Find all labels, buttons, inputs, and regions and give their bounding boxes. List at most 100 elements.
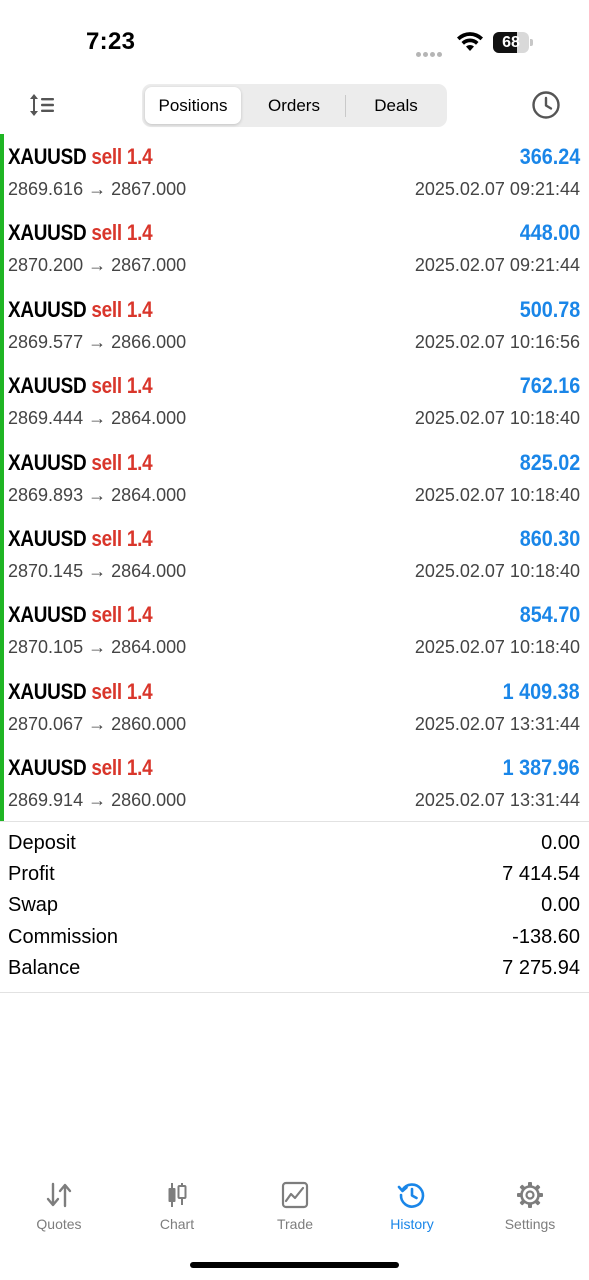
position-prices: 2870.105 → 2864.000 (8, 637, 187, 658)
summary-label: Balance (8, 956, 81, 979)
position-time: 2025.02.07 09:21:44 (414, 179, 580, 199)
history-summary: Deposit 0.00 Profit 7 414.54 Swap 0.00 C… (0, 821, 589, 993)
history-segmented-control: Positions Orders Deals (142, 84, 447, 127)
position-time: 2025.02.07 10:18:40 (414, 560, 580, 581)
summary-value: 0.00 (541, 832, 580, 854)
battery-icon: 68 (493, 32, 533, 53)
summary-value: -138.60 (512, 925, 580, 948)
position-prices: 2870.200 → 2867.000 (8, 255, 187, 276)
position-profit: 448.00 (519, 220, 580, 246)
tab-label: Quotes (36, 1216, 82, 1232)
segment-deals[interactable]: Deals (347, 87, 445, 124)
candlestick-icon (168, 1183, 187, 1207)
position-prices: 2870.067 → 2860.000 (8, 713, 187, 734)
position-symbol: XAUUSD (8, 220, 87, 246)
position-symbol-side: XAUUSD sell 1.4 (8, 525, 153, 552)
position-time: 2025.02.07 09:21:44 (414, 255, 580, 276)
position-side: sell 1.4 (91, 296, 153, 322)
position-side: sell 1.4 (91, 449, 153, 475)
summary-value: 0.00 (541, 894, 580, 917)
position-side: sell 1.4 (91, 678, 153, 704)
segment-positions[interactable]: Positions (145, 87, 241, 124)
sort-icon[interactable] (28, 91, 56, 119)
position-time: 2025.02.07 10:16:56 (414, 331, 580, 352)
clock-icon[interactable] (531, 90, 561, 120)
position-profit: 860.30 (519, 525, 580, 551)
position-time: 2025.02.07 10:18:40 (414, 484, 580, 505)
summary-label: Deposit (8, 832, 76, 854)
position-symbol: XAUUSD (8, 449, 87, 475)
home-indicator[interactable] (190, 1262, 399, 1268)
position-row[interactable]: XAUUSD sell 1.4 860.30 2870.145 → 2864.0… (0, 516, 589, 592)
history-toolbar: Positions Orders Deals (0, 80, 589, 132)
summary-label: Commission (8, 925, 119, 948)
history-clock-icon (397, 1183, 425, 1208)
position-profit: 762.16 (519, 373, 580, 399)
segment-orders[interactable]: Orders (243, 87, 345, 124)
summary-value: 7 414.54 (502, 863, 580, 886)
tab-label: Chart (159, 1216, 195, 1232)
position-symbol: XAUUSD (8, 755, 87, 781)
position-symbol: XAUUSD (8, 602, 87, 628)
position-symbol-side: XAUUSD sell 1.4 (8, 296, 153, 323)
summary-row-swap: Swap 0.00 (0, 890, 589, 921)
wifi-icon (457, 32, 483, 51)
tab-settings[interactable]: Settings (471, 1170, 589, 1240)
tab-label: History (390, 1216, 434, 1232)
status-bar: 7:23 68 (0, 0, 589, 80)
position-symbol-side: XAUUSD sell 1.4 (8, 144, 153, 170)
position-symbol-side: XAUUSD sell 1.4 (8, 678, 153, 705)
tab-history[interactable]: History (353, 1170, 471, 1240)
position-row[interactable]: XAUUSD sell 1.4 825.02 2869.893 → 2864.0… (0, 440, 589, 516)
position-symbol: XAUUSD (8, 296, 87, 322)
position-side: sell 1.4 (91, 144, 153, 169)
summary-row-deposit: Deposit 0.00 (0, 828, 589, 859)
position-prices: 2869.914 → 2860.000 (8, 790, 187, 811)
position-time: 2025.02.07 10:18:40 (414, 637, 580, 658)
position-symbol-side: XAUUSD sell 1.4 (8, 373, 153, 399)
tab-chart[interactable]: Chart (118, 1170, 236, 1240)
position-symbol: XAUUSD (8, 373, 87, 399)
position-profit: 500.78 (519, 296, 580, 322)
summary-label: Profit (8, 863, 55, 886)
position-row[interactable]: XAUUSD sell 1.4 500.78 2869.577 → 2866.0… (0, 287, 589, 363)
summary-row-commission: Commission -138.60 (0, 922, 589, 953)
status-time: 7:23 (86, 28, 136, 55)
trade-chart-icon (281, 1181, 309, 1209)
position-time: 2025.02.07 13:31:44 (414, 713, 580, 734)
position-side: sell 1.4 (91, 220, 153, 246)
position-row[interactable]: XAUUSD sell 1.4 366.24 2869.616 → 2867.0… (0, 134, 589, 210)
position-profit: 1 387.96 (502, 755, 580, 781)
position-symbol-side: XAUUSD sell 1.4 (8, 755, 153, 781)
position-side: sell 1.4 (91, 525, 153, 551)
position-row[interactable]: XAUUSD sell 1.4 1 387.96 2869.914 → 2860… (0, 745, 589, 821)
position-side: sell 1.4 (91, 373, 153, 399)
position-symbol-side: XAUUSD sell 1.4 (8, 602, 153, 628)
position-row[interactable]: XAUUSD sell 1.4 762.16 2869.444 → 2864.0… (0, 363, 589, 439)
position-time: 2025.02.07 13:31:44 (414, 790, 580, 811)
position-row[interactable]: XAUUSD sell 1.4 854.70 2870.105 → 2864.0… (0, 592, 589, 668)
position-symbol-side: XAUUSD sell 1.4 (8, 449, 153, 476)
position-symbol: XAUUSD (8, 525, 87, 551)
summary-row-profit: Profit 7 414.54 (0, 859, 589, 890)
position-profit: 825.02 (519, 449, 580, 475)
position-time: 2025.02.07 10:18:40 (414, 408, 580, 429)
position-symbol: XAUUSD (8, 678, 87, 704)
summary-value: 7 275.94 (502, 956, 580, 979)
position-profit: 366.24 (519, 144, 580, 169)
position-profit: 1 409.38 (502, 678, 580, 704)
position-row[interactable]: XAUUSD sell 1.4 1 409.38 2870.067 → 2860… (0, 669, 589, 745)
gear-icon (517, 1182, 543, 1208)
position-row[interactable]: XAUUSD sell 1.4 448.00 2870.200 → 2867.0… (0, 210, 589, 286)
summary-label: Swap (8, 894, 59, 917)
positions-list: XAUUSD sell 1.4 366.24 2869.616 → 2867.0… (0, 134, 589, 822)
tab-quotes[interactable]: Quotes (0, 1170, 118, 1240)
position-prices: 2869.577 → 2866.000 (8, 331, 187, 352)
position-prices: 2869.893 → 2864.000 (8, 484, 187, 505)
tab-trade[interactable]: Trade (236, 1170, 354, 1240)
battery-level: 68 (502, 34, 520, 51)
tab-label: Trade (276, 1216, 314, 1232)
quotes-arrows-icon (46, 1182, 72, 1208)
position-side: sell 1.4 (91, 755, 153, 781)
position-side: sell 1.4 (91, 602, 153, 628)
